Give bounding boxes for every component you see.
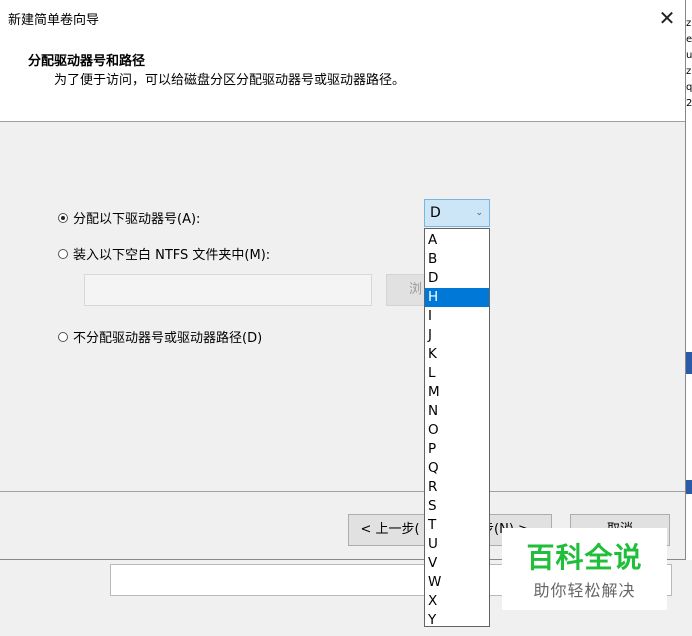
drive-letter-option[interactable]: D — [425, 269, 489, 288]
no-assign-label: 不分配驱动器号或驱动器路径(D) — [73, 331, 263, 346]
background-highlight — [686, 480, 692, 494]
mount-folder-label: 装入以下空白 NTFS 文件夹中(M): — [73, 248, 271, 263]
background-glyph: 2 — [686, 98, 692, 109]
drive-letter-option[interactable]: O — [425, 421, 489, 440]
drive-letter-option[interactable]: B — [425, 250, 489, 269]
drive-letter-select[interactable]: D ⌄ — [424, 199, 490, 227]
drive-letter-option[interactable]: M — [425, 383, 489, 402]
chevron-down-icon[interactable]: ⌄ — [475, 200, 483, 226]
drive-letter-option[interactable]: I — [425, 307, 489, 326]
drive-letter-option[interactable]: L — [425, 364, 489, 383]
no-assign-option[interactable]: 不分配驱动器号或驱动器路径(D) — [58, 327, 262, 346]
watermark: 百科全说 助你轻松解决 — [502, 528, 667, 610]
drive-letter-option[interactable]: A — [425, 231, 489, 250]
assign-letter-option[interactable]: 分配以下驱动器号(A): — [58, 208, 200, 227]
drive-letter-listbox[interactable]: ABDHIJKLMNOPQRSTUVWXY — [424, 228, 490, 630]
background-window-edge: z e u z q 2 — [686, 0, 692, 636]
background-glyph: u — [686, 50, 692, 61]
background-glyph: q — [686, 82, 692, 93]
watermark-logo-text: 百科全说 — [526, 541, 643, 574]
close-icon[interactable]: ✕ — [652, 4, 682, 32]
assign-letter-radio[interactable] — [58, 212, 68, 223]
assign-letter-label: 分配以下驱动器号(A): — [73, 212, 201, 227]
page-subtitle: 为了便于访问，可以给磁盘分区分配驱动器号或驱动器路径。 — [54, 73, 406, 88]
drive-letter-option[interactable]: H — [425, 288, 489, 307]
folder-path-input[interactable] — [84, 274, 372, 306]
background-highlight — [686, 352, 692, 374]
drive-letter-option[interactable]: T — [425, 516, 489, 535]
drive-letter-option[interactable]: X — [425, 592, 489, 611]
footer-divider — [0, 491, 685, 492]
new-simple-volume-wizard: 新建简单卷向导 ✕ 分配驱动器号和路径 为了便于访问，可以给磁盘分区分配驱动器号… — [0, 0, 686, 560]
mount-folder-option[interactable]: 装入以下空白 NTFS 文件夹中(M): — [58, 244, 270, 263]
drive-letter-option[interactable]: K — [425, 345, 489, 364]
background-glyph: z — [686, 66, 692, 77]
background-glyph: e — [686, 34, 692, 45]
drive-letter-option[interactable]: U — [425, 535, 489, 554]
drive-letter-option[interactable]: Y — [425, 611, 489, 630]
drive-letter-option[interactable]: N — [425, 402, 489, 421]
mount-folder-radio[interactable] — [58, 248, 68, 259]
back-button[interactable]: < 上一步( — [348, 514, 432, 546]
drive-letter-option[interactable]: V — [425, 554, 489, 573]
drive-letter-value: D — [430, 205, 441, 221]
browse-button[interactable]: 浏 — [386, 274, 428, 306]
wizard-header: 分配驱动器号和路径 为了便于访问，可以给磁盘分区分配驱动器号或驱动器路径。 — [0, 36, 685, 122]
no-assign-radio[interactable] — [58, 331, 68, 342]
drive-letter-option[interactable]: R — [425, 478, 489, 497]
watermark-slogan: 助你轻松解决 — [533, 581, 636, 600]
background-glyph: z — [686, 18, 692, 29]
title-bar: 新建简单卷向导 ✕ — [0, 0, 685, 36]
drive-letter-option[interactable]: S — [425, 497, 489, 516]
page-title: 分配驱动器号和路径 — [28, 54, 146, 69]
window-title: 新建简单卷向导 — [8, 13, 100, 28]
drive-letter-option[interactable]: Q — [425, 459, 489, 478]
drive-letter-option[interactable]: P — [425, 440, 489, 459]
drive-letter-option[interactable]: J — [425, 326, 489, 345]
drive-letter-option[interactable]: W — [425, 573, 489, 592]
